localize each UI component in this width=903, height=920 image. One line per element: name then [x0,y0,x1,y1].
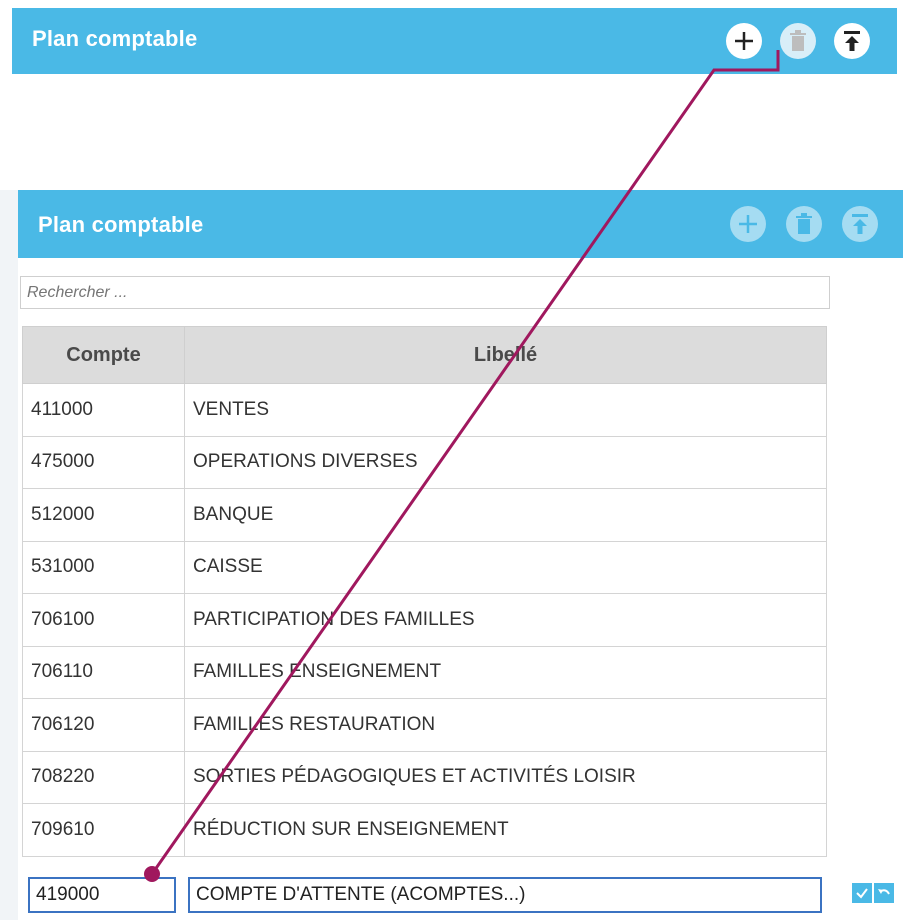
annotation-callout [144,50,780,882]
